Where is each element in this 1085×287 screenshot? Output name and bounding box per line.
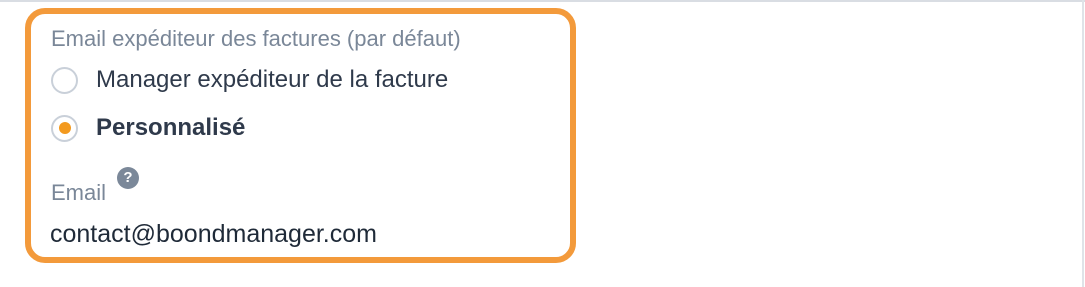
radio-option-manager-sender[interactable]: Manager expéditeur de la facture (51, 64, 448, 96)
email-field-value[interactable]: contact@boondmanager.com (50, 219, 377, 249)
right-divider (1082, 0, 1084, 287)
invoice-sender-section-label: Email expéditeur des factures (par défau… (51, 26, 461, 51)
help-icon[interactable]: ? (117, 167, 139, 189)
radio-option-custom-sender[interactable]: Personnalisé (51, 112, 245, 144)
radio-button-selected[interactable] (51, 114, 78, 142)
top-divider (0, 0, 1085, 2)
email-field-label: Email (51, 180, 107, 205)
radio-option-label: Manager expéditeur de la facture (96, 66, 449, 93)
radio-option-label: Personnalisé (96, 114, 246, 141)
radio-button-unselected[interactable] (51, 66, 78, 94)
radio-selected-dot (58, 122, 71, 134)
